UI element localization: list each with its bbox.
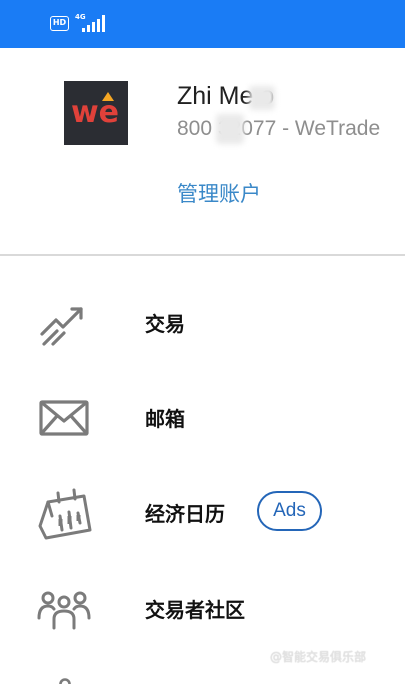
next-menu-icon	[59, 678, 71, 684]
community-icon	[37, 591, 91, 630]
account-header: we Zhi Me o 800 32077 - WeTrade 管理账户	[0, 48, 405, 254]
menu-label-mail: 邮箱	[145, 407, 185, 431]
trading-chart-icon	[40, 307, 83, 346]
redacted-name-blur	[249, 86, 275, 110]
status-bar: HD 4G	[0, 0, 405, 48]
menu-label-trade: 交易	[145, 312, 185, 336]
header-divider	[0, 254, 405, 256]
menu-item-trade[interactable]: 交易	[0, 276, 405, 368]
menu-label-economic-calendar: 经济日历	[145, 502, 225, 526]
menu-item-mail[interactable]: 邮箱	[0, 371, 405, 463]
wetrade-logo[interactable]: we	[64, 81, 128, 145]
menu-label-traders-community: 交易者社区	[145, 598, 245, 622]
mail-icon	[39, 400, 89, 436]
hd-voice-indicator: HD	[50, 16, 69, 31]
cell-signal-icon	[82, 15, 105, 32]
account-number: 800 32077 - WeTrade	[177, 117, 381, 140]
menu-item-traders-community[interactable]: 交易者社区	[0, 562, 405, 654]
watermark: @智能交易俱乐部	[270, 650, 367, 664]
calendar-icon	[38, 488, 92, 540]
menu-item-economic-calendar[interactable]: 经济日历 Ads	[0, 466, 405, 558]
ads-badge: Ads	[257, 491, 322, 531]
redacted-number-blur	[216, 114, 244, 144]
manage-account-link[interactable]: 管理账户	[177, 178, 261, 208]
